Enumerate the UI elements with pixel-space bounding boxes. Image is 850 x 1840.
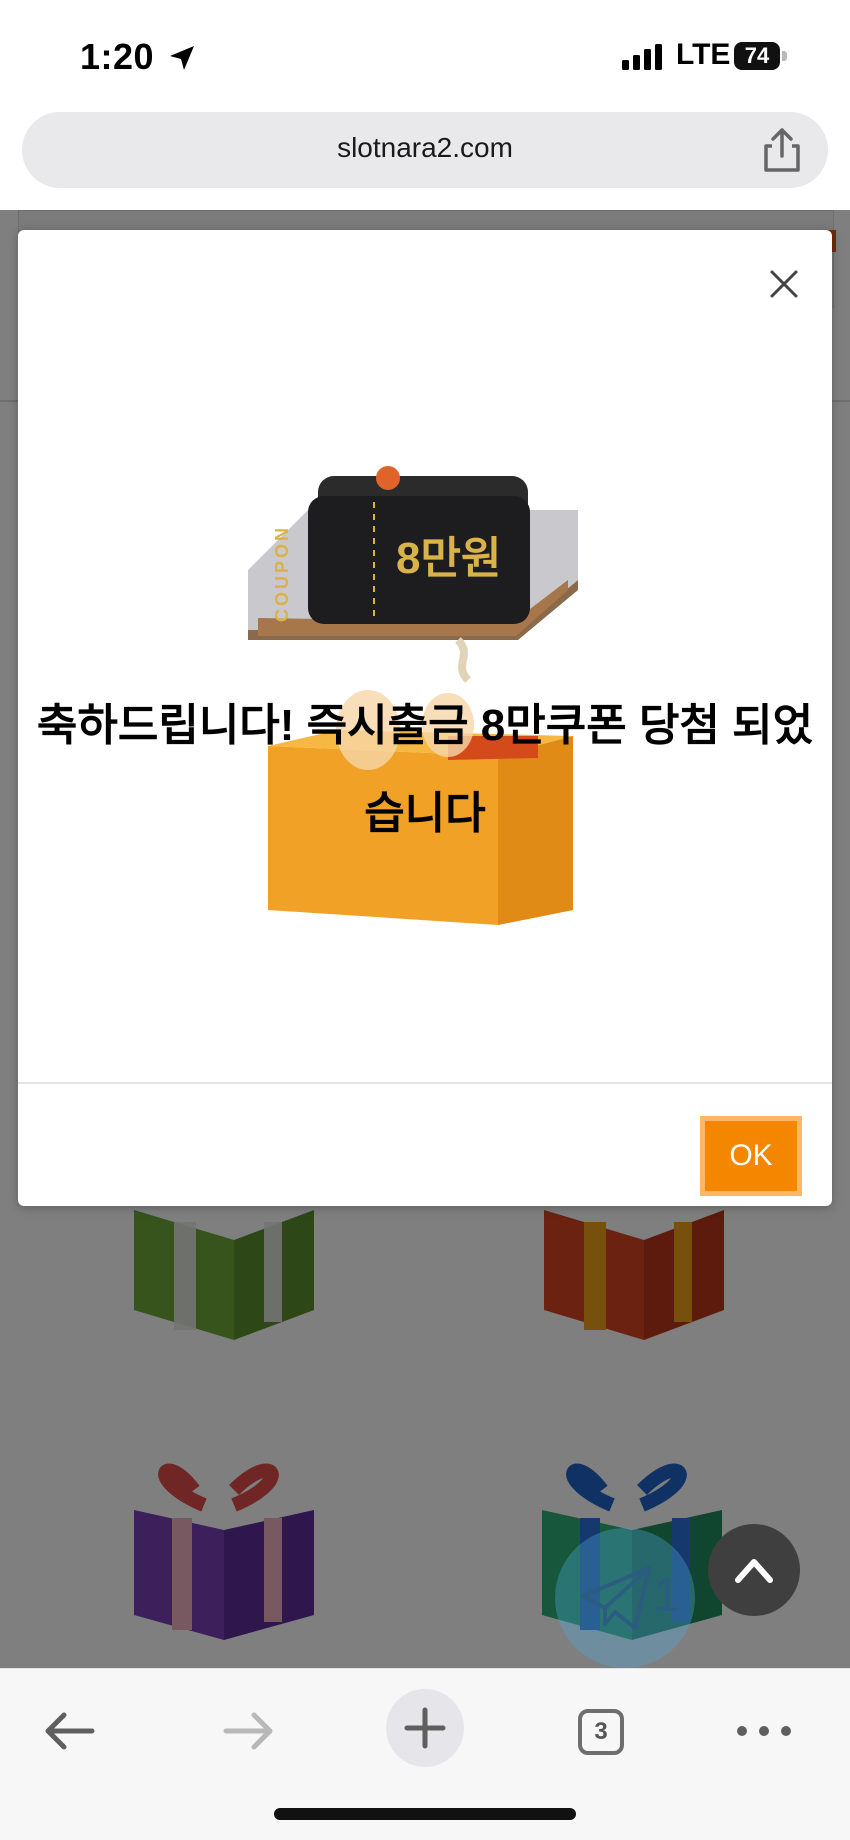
forward-arrow-icon[interactable] (208, 1691, 288, 1771)
back-arrow-icon[interactable] (30, 1691, 110, 1771)
address-bar[interactable]: slotnara2.com (22, 112, 828, 188)
coupon-label: COUPON (272, 524, 292, 622)
url-text[interactable]: slotnara2.com (22, 132, 828, 164)
battery-icon: 74 (734, 42, 790, 70)
web-page: 1 COUPON 8만원 축하드립니다! 즉시출금 8만쿠폰 당첨 되었 습니다… (0, 210, 850, 1668)
status-time: 1:20 (80, 36, 155, 77)
telegram-button[interactable]: 1 (555, 1528, 695, 1668)
scroll-top-button[interactable] (708, 1524, 800, 1616)
home-indicator (274, 1808, 576, 1820)
plus-icon (404, 1707, 446, 1749)
share-icon[interactable] (760, 126, 804, 174)
prize-message-line2: 습니다 (364, 789, 486, 838)
ok-button[interactable]: OK (700, 1116, 802, 1196)
telegram-icon (581, 1566, 651, 1630)
battery-level: 74 (734, 42, 780, 70)
network-label: LTE (676, 38, 731, 71)
status-bar: 1:20 LTE 74 (0, 0, 850, 110)
telegram-count: 1 (653, 1569, 680, 1622)
location-arrow-icon (170, 46, 194, 70)
prize-dialog: COUPON 8만원 축하드립니다! 즉시출금 8만쿠폰 당첨 되었 습니다 O… (18, 230, 832, 1206)
chevron-up-icon (735, 1559, 773, 1583)
battery-tip (782, 51, 787, 61)
prize-message-line1: 축하드립니다! 즉시출금 8만쿠폰 당첨 되었 (36, 701, 814, 750)
more-icon[interactable] (724, 1691, 804, 1771)
prize-message: 축하드립니다! 즉시출금 8만쿠폰 당첨 되었 습니다 (18, 682, 832, 858)
new-tab-button[interactable] (386, 1689, 464, 1767)
close-icon[interactable] (766, 266, 802, 302)
dialog-divider (18, 1082, 832, 1084)
coupon-amount: 8만원 (396, 534, 502, 583)
signal-icon (622, 44, 662, 70)
tabs-icon[interactable]: 3 (578, 1709, 624, 1755)
